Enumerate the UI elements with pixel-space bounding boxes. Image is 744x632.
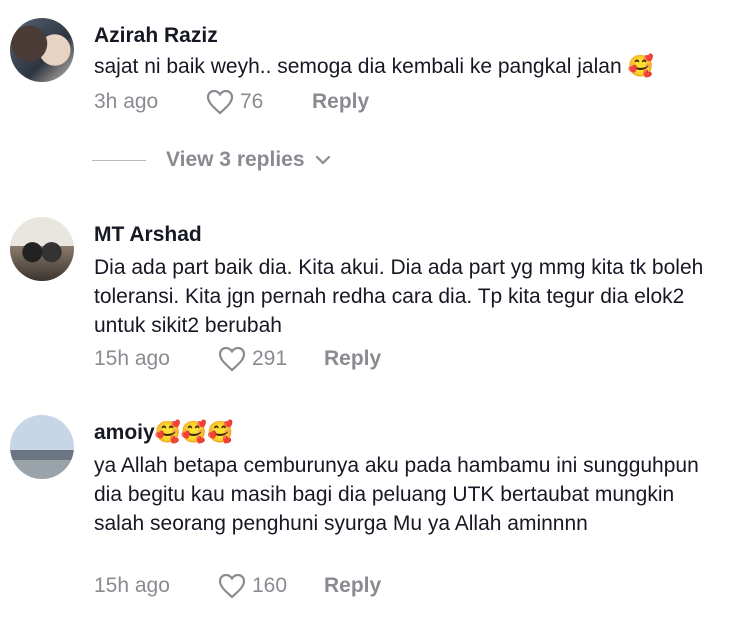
comment-time: 3h ago	[94, 90, 159, 113]
reply-button[interactable]: Reply	[324, 347, 381, 371]
heart-outline-icon[interactable]	[218, 573, 246, 599]
avatar[interactable]	[10, 18, 74, 82]
comment-text: Dia ada part baik dia. Kita akui. Dia ad…	[94, 256, 710, 337]
comment-meta: 15h ago 160 Reply	[94, 573, 381, 599]
view-replies-label[interactable]: View 3 replies	[166, 148, 305, 172]
comment-username[interactable]: MT Arshad	[94, 223, 202, 247]
heart-outline-icon[interactable]	[206, 89, 234, 115]
comment-username[interactable]: Azirah Raziz	[94, 24, 218, 48]
avatar[interactable]	[10, 415, 74, 479]
like-button[interactable]: 76	[206, 89, 312, 115]
like-count: 160	[252, 574, 288, 597]
comment-meta: 15h ago 291 Reply	[94, 346, 381, 372]
heart-outline-icon[interactable]	[218, 346, 246, 372]
comment-text: ya Allah betapa cemburunya aku pada hamb…	[94, 454, 705, 535]
like-button[interactable]: 160	[218, 573, 324, 599]
comment-time: 15h ago	[94, 574, 170, 597]
view-replies-button[interactable]: View 3 replies	[92, 148, 331, 172]
divider	[92, 159, 146, 161]
reply-button[interactable]: Reply	[324, 574, 381, 598]
like-button[interactable]: 291	[218, 346, 324, 372]
chevron-down-icon[interactable]	[305, 154, 331, 166]
comment-username[interactable]: amoiy🥰🥰🥰	[94, 421, 233, 445]
reply-button[interactable]: Reply	[312, 90, 369, 114]
avatar[interactable]	[10, 217, 74, 281]
like-count: 291	[252, 347, 288, 370]
like-count: 76	[240, 90, 264, 113]
comment-meta: 3h ago 76 Reply	[94, 89, 369, 115]
comment-time: 15h ago	[94, 347, 170, 370]
comment-text: sajat ni baik weyh.. semoga dia kembali …	[94, 55, 654, 78]
